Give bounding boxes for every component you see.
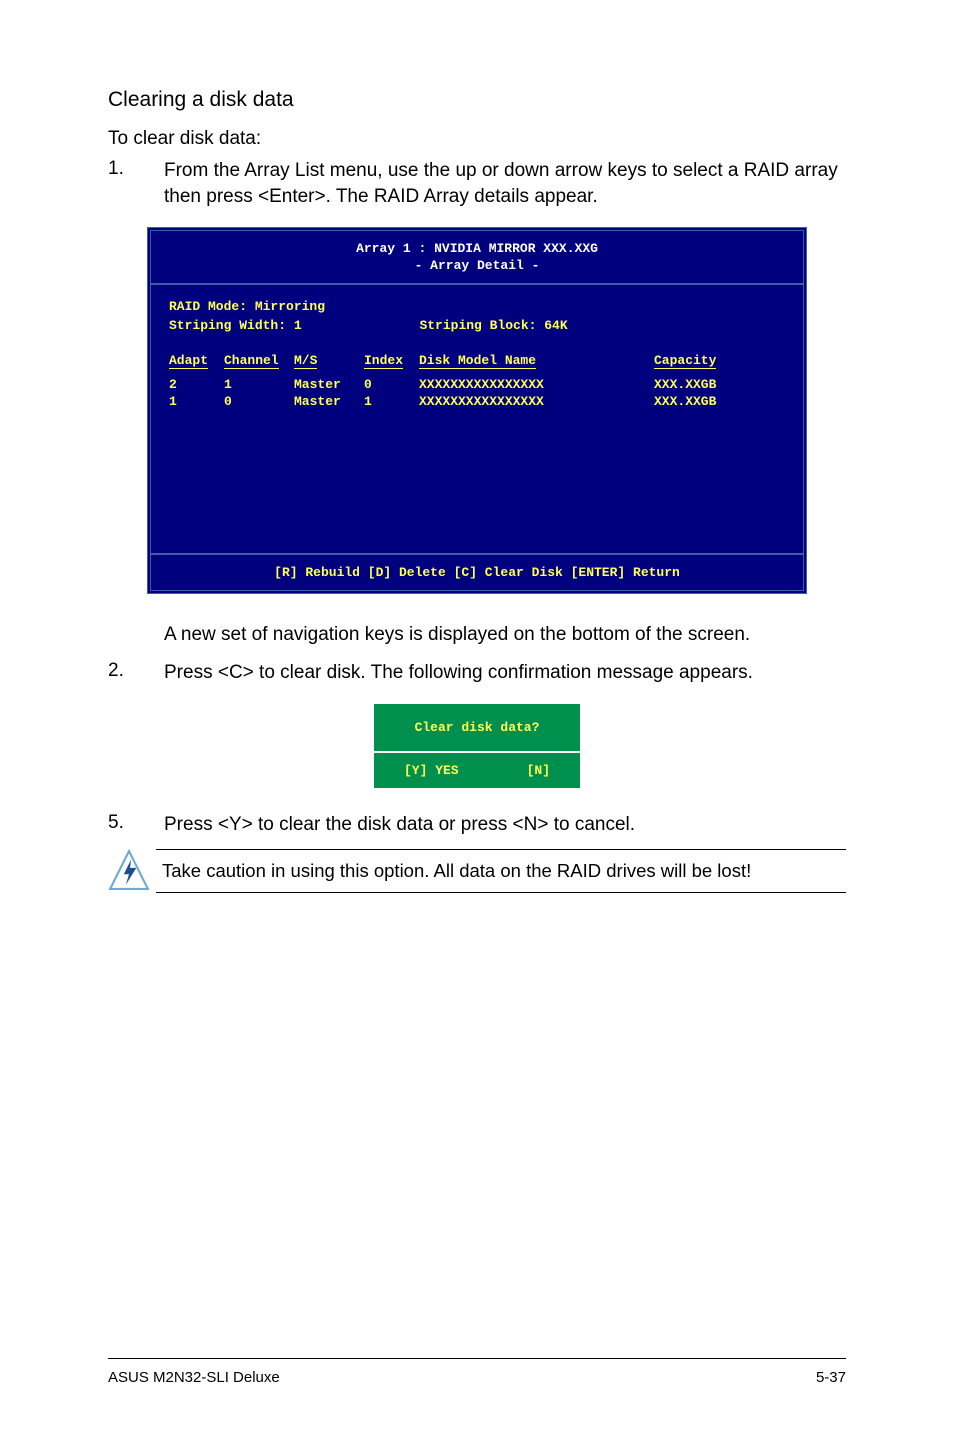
footer-page-number: 5-37	[816, 1369, 846, 1386]
cell-model: XXXXXXXXXXXXXXXX	[419, 377, 654, 392]
header-model: Disk Model Name	[419, 353, 536, 369]
section-title: Clearing a disk data	[108, 88, 846, 112]
cell-ms: Master	[294, 394, 364, 409]
step-1-text: From the Array List menu, use the up or …	[164, 158, 846, 209]
cell-model: XXXXXXXXXXXXXXXX	[419, 394, 654, 409]
header-ms: M/S	[294, 353, 317, 369]
striping-width-row: Striping Width: 1 Striping Block: 64K	[169, 318, 785, 333]
table-row: 2 1 Master 0 XXXXXXXXXXXXXXXX XXX.XXGB	[169, 377, 785, 392]
confirm-no: [N]	[527, 763, 550, 778]
step-5-text: Press <Y> to clear the disk data or pres…	[164, 812, 846, 838]
cell-index: 1	[364, 394, 419, 409]
header-capacity: Capacity	[654, 353, 716, 369]
bios-body: RAID Mode: Mirroring Striping Width: 1 S…	[151, 285, 803, 555]
cell-capacity: XXX.XXGB	[654, 377, 744, 392]
intro-text: To clear disk data:	[108, 128, 846, 150]
bios-header-line1: Array 1 : NVIDIA MIRROR XXX.XXG	[151, 241, 803, 256]
cell-capacity: XXX.XXGB	[654, 394, 744, 409]
confirm-yes: [Y] YES	[404, 763, 459, 778]
cell-channel: 1	[224, 377, 294, 392]
bios-header-line2: - Array Detail -	[151, 258, 803, 273]
raid-mode-label: RAID Mode: Mirroring	[169, 299, 785, 314]
cell-adapt: 2	[169, 377, 224, 392]
confirm-question: Clear disk data?	[374, 704, 580, 751]
bios-footer-keys: [R] Rebuild [D] Delete [C] Clear Disk [E…	[151, 555, 803, 590]
footer-product: ASUS M2N32-SLI Deluxe	[108, 1369, 280, 1386]
step-2: 2. Press <C> to clear disk. The followin…	[108, 660, 846, 686]
step-5: 5. Press <Y> to clear the disk data or p…	[108, 812, 846, 838]
header-channel: Channel	[224, 353, 279, 369]
disk-table-header: Adapt Channel M/S Index Disk Model Name …	[169, 353, 785, 369]
cell-index: 0	[364, 377, 419, 392]
striping-block-label: Striping Block: 64K	[419, 318, 567, 333]
step-2-text: Press <C> to clear disk. The following c…	[164, 660, 846, 686]
table-row: 1 0 Master 1 XXXXXXXXXXXXXXXX XXX.XXGB	[169, 394, 785, 409]
spacer	[108, 622, 164, 648]
confirm-dialog: Clear disk data? [Y] YES [N]	[108, 704, 846, 788]
cell-ms: Master	[294, 377, 364, 392]
caution-text: Take caution in using this option. All d…	[156, 849, 846, 893]
step-5-number: 5.	[108, 812, 164, 838]
caution-note: Take caution in using this option. All d…	[108, 849, 846, 896]
bios-panel: Array 1 : NVIDIA MIRROR XXX.XXG - Array …	[147, 227, 807, 594]
cell-adapt: 1	[169, 394, 224, 409]
lightning-icon	[108, 849, 156, 896]
striping-width-label: Striping Width: 1	[169, 318, 302, 333]
after-bios-note: A new set of navigation keys is displaye…	[108, 622, 846, 648]
cell-channel: 0	[224, 394, 294, 409]
step-2-number: 2.	[108, 660, 164, 686]
header-adapt: Adapt	[169, 353, 208, 369]
step-1-number: 1.	[108, 158, 164, 209]
header-index: Index	[364, 353, 403, 369]
bios-header: Array 1 : NVIDIA MIRROR XXX.XXG - Array …	[151, 231, 803, 285]
page-footer: ASUS M2N32-SLI Deluxe 5-37	[108, 1358, 846, 1386]
after-bios-text: A new set of navigation keys is displaye…	[164, 622, 846, 648]
step-1: 1. From the Array List menu, use the up …	[108, 158, 846, 209]
